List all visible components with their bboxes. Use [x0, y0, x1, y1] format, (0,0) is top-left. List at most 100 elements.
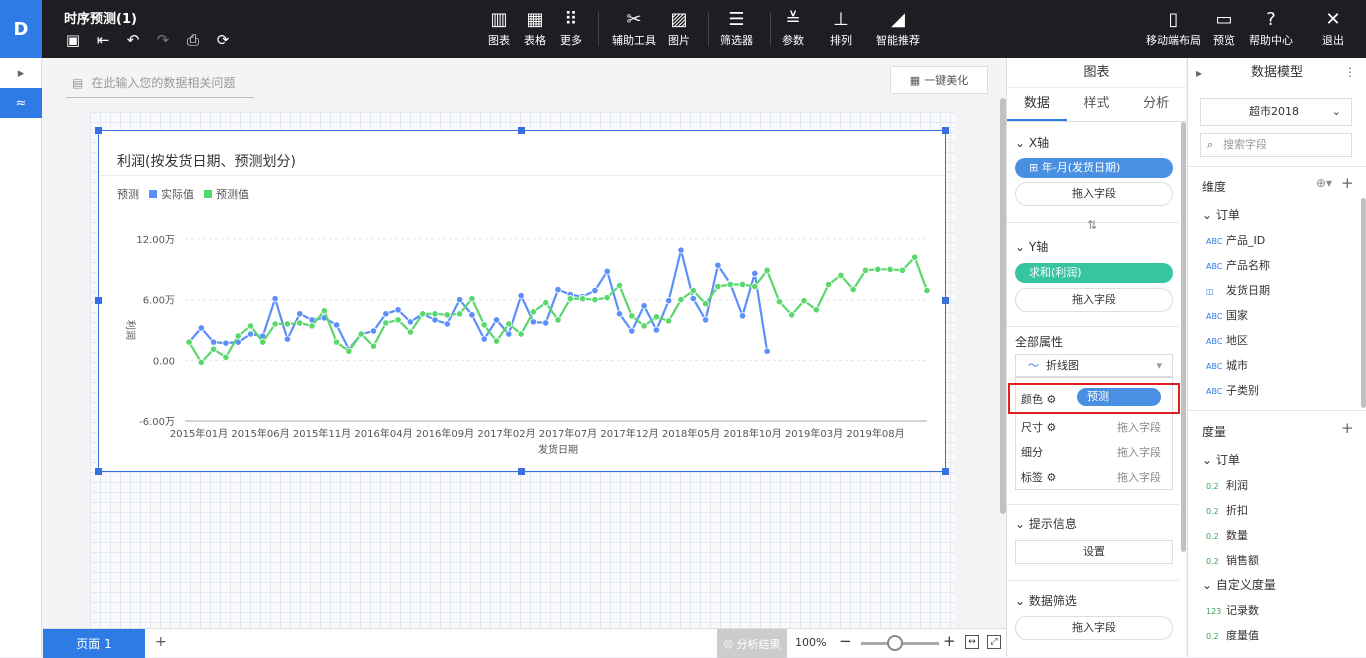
tooltip-section[interactable]: ⌄ 提示信息 [1015, 515, 1077, 532]
data-point [554, 285, 562, 294]
more-options-icon[interactable]: ⋮ [1344, 65, 1356, 79]
add-dimension-icon[interactable]: + [1341, 174, 1354, 192]
measure-item[interactable]: 0.2 折扣 [1206, 502, 1356, 518]
measure-item[interactable]: 0.2 利润 [1206, 477, 1356, 493]
y-axis-section[interactable]: ⌄ Y轴 [1015, 238, 1048, 255]
model-title: 数据模型 [1250, 65, 1303, 80]
fit-width-icon[interactable]: ↔ [965, 635, 979, 649]
more-button[interactable]: ⠿ 更多 [560, 8, 582, 48]
x-tick-label: 2019年03月 [785, 427, 843, 440]
tab-data[interactable]: 数据 [1007, 88, 1067, 121]
smart-recommend-button[interactable]: ◢ 智能推荐 [876, 8, 920, 48]
app-logo-icon[interactable]: D [0, 0, 42, 58]
custom-measure-group[interactable]: ⌄ 自定义度量 [1202, 576, 1276, 593]
label-property[interactable]: 标签 ⚙ 拖入字段 [1021, 469, 1161, 485]
data-point [333, 321, 341, 329]
x-tick-label: 2018年10月 [723, 427, 781, 440]
preview-button[interactable]: ▭ 预览 [1213, 8, 1235, 48]
size-property[interactable]: 尺寸 ⚙ 拖入字段 [1021, 419, 1161, 435]
settings-icon[interactable]: ⚙ [1047, 421, 1057, 434]
collapse-panel-icon[interactable]: ▸ [1196, 66, 1202, 80]
exit-button[interactable]: ✕ 退出 [1322, 8, 1344, 48]
model-scrollbar[interactable] [1361, 198, 1366, 408]
tab-style[interactable]: 样式 [1067, 88, 1127, 121]
measure-group[interactable]: ⌄ 订单 [1202, 451, 1240, 468]
data-point [763, 266, 771, 274]
detail-property[interactable]: 细分 拖入字段 [1021, 444, 1161, 460]
tools-button[interactable]: ✂ 辅助工具 [612, 8, 656, 48]
forecast-nav-icon[interactable]: ≈ [0, 88, 42, 118]
zoom-in-button[interactable]: + [943, 632, 956, 650]
mobile-layout-button[interactable]: ▯ 移动端布局 [1146, 8, 1201, 48]
measure-item[interactable]: 0.2 数量 [1206, 527, 1356, 543]
y-axis-label: 利润 [124, 320, 137, 340]
refresh-icon[interactable]: ⟳ [212, 30, 234, 50]
ask-question-input[interactable]: ▤ 在此输入您的数据相关问题 [66, 68, 254, 98]
dimension-group[interactable]: ⌄ 订单 [1202, 206, 1240, 223]
tooltip-settings-button[interactable]: 设置 [1015, 540, 1173, 564]
dimension-item[interactable]: ABC 产品名称 [1206, 257, 1356, 273]
data-point [517, 292, 525, 300]
dataset-select[interactable]: 超市2018 ⌄ [1200, 98, 1352, 126]
data-point [911, 253, 919, 261]
settings-icon[interactable]: ⚙ [1047, 471, 1057, 484]
x-axis-drop-zone[interactable]: 拖入字段 [1015, 182, 1173, 206]
image-button[interactable]: ▨ 图片 [668, 8, 690, 48]
data-filter-section[interactable]: ⌄ 数据筛选 [1015, 592, 1077, 609]
undo-icon[interactable]: ↶ [122, 30, 144, 50]
data-point [320, 307, 328, 315]
document-title[interactable]: 时序预测(1) [64, 8, 137, 27]
params-button[interactable]: ≚ 参数 [782, 8, 804, 48]
toolbar-divider [770, 12, 771, 46]
expand-panel-icon[interactable]: ▸ [0, 58, 42, 88]
arrange-button[interactable]: ⊥ 排列 [830, 8, 852, 48]
beautify-button[interactable]: ▦ 一键美化 [890, 66, 988, 94]
add-page-button[interactable]: + [155, 634, 167, 650]
field-search-input[interactable]: ⌕ 搜索字段 [1200, 133, 1352, 157]
globe-icon[interactable]: ⊕▾ [1316, 176, 1332, 190]
save-icon[interactable]: ▣ [62, 30, 84, 50]
filter-drop-zone[interactable]: 拖入字段 [1015, 616, 1173, 640]
data-point [652, 313, 661, 321]
dimensions-label: 维度 [1202, 180, 1227, 194]
zoom-out-button[interactable]: − [839, 632, 852, 650]
dimension-item[interactable]: ABC 产品_ID [1206, 232, 1356, 248]
help-button[interactable]: ? 帮助中心 [1249, 8, 1293, 48]
x-axis-section[interactable]: ⌄ X轴 [1015, 134, 1049, 151]
dimension-item[interactable]: ABC 地区 [1206, 332, 1356, 348]
fit-page-icon[interactable]: ⤢ [987, 635, 1001, 649]
swap-axes-icon[interactable]: ⇅ [1087, 218, 1097, 232]
print-icon[interactable]: ⎙ [182, 30, 204, 50]
data-point [677, 246, 685, 254]
chart-type-select[interactable]: 〜 折线图 ▾ [1015, 354, 1173, 378]
data-point [369, 342, 378, 350]
y-axis-field-pill[interactable]: 求和(利润) [1015, 263, 1173, 283]
dimension-item[interactable]: ABC 城市 [1206, 357, 1356, 373]
analysis-result-button[interactable]: ◎ 分析结果 [717, 629, 787, 658]
line-chart-icon: 〜 [1028, 359, 1039, 372]
highlight-box [1008, 383, 1180, 414]
back-icon[interactable]: ⇤ [92, 30, 114, 50]
y-axis-drop-zone[interactable]: 拖入字段 [1015, 288, 1173, 312]
dimension-item[interactable]: ◫ 发货日期 [1206, 282, 1356, 298]
redo-icon[interactable]: ↷ [152, 30, 174, 50]
measure-item[interactable]: 0.2 销售额 [1206, 552, 1356, 568]
dimension-item[interactable]: ABC 子类别 [1206, 382, 1356, 398]
add-measure-icon[interactable]: + [1341, 419, 1354, 437]
panel-scrollbar[interactable] [1181, 122, 1186, 552]
x-axis-field-pill[interactable]: ⊞ 年-月(发货日期) [1015, 158, 1173, 178]
x-tick-label: 2015年01月 [170, 427, 228, 440]
filter-button[interactable]: ☰ 筛选器 [720, 8, 753, 48]
measure-item[interactable]: 123 记录数 [1206, 602, 1356, 618]
tab-analysis[interactable]: 分析 [1126, 88, 1186, 121]
measure-item[interactable]: 0.2 度量值 [1206, 627, 1356, 643]
data-point [529, 318, 537, 326]
chart-card[interactable]: 利润(按发货日期、预测划分) 预测 实际值 预测值 12.00万 6.00万 0.0… [95, 127, 949, 475]
table-button[interactable]: ▦ 表格 [524, 8, 546, 48]
dimension-item[interactable]: ABC 国家 [1206, 307, 1356, 323]
chart-button[interactable]: ▥ 图表 [488, 8, 510, 48]
data-point [431, 316, 439, 324]
tab-page-1[interactable]: 页面 1 [43, 629, 145, 658]
data-point [308, 322, 316, 330]
zoom-slider-handle[interactable] [887, 635, 903, 651]
